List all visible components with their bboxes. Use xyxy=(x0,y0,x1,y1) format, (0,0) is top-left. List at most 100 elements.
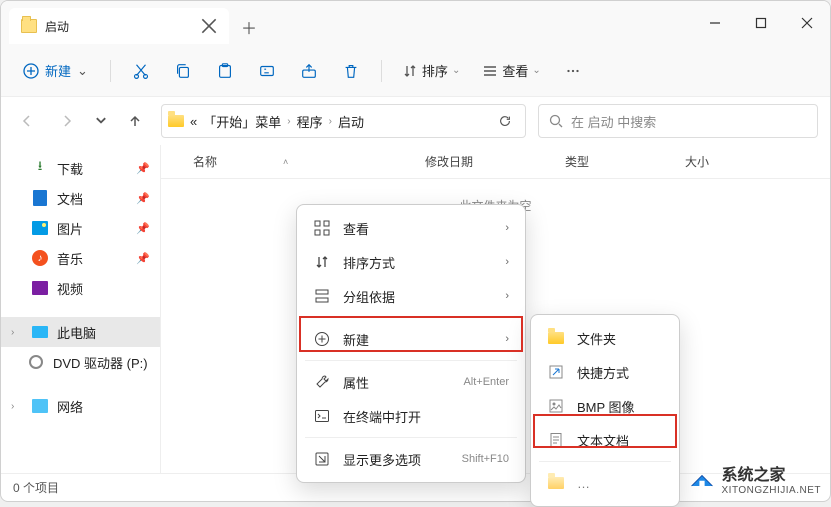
new-tab-button[interactable]: ＋ xyxy=(233,11,265,43)
breadcrumb-seg[interactable]: 程序 xyxy=(297,112,323,131)
sort-indicator: ˄ xyxy=(283,157,288,167)
watermark-logo xyxy=(688,468,716,490)
ctx-sort[interactable]: 排序方式 › xyxy=(303,245,519,279)
ctx-new-txt[interactable]: 文本文档 xyxy=(537,423,673,457)
chevron-down-icon: ⌄ xyxy=(452,65,460,76)
breadcrumb-prefix: « xyxy=(190,114,197,129)
cut-button[interactable] xyxy=(123,53,159,89)
sidebar-item-videos[interactable]: 视频 xyxy=(1,273,160,303)
column-modified[interactable]: 修改日期 xyxy=(411,153,551,170)
sidebar-item-thispc[interactable]: › 此电脑 xyxy=(1,317,160,347)
titlebar: 启动 ＋ xyxy=(1,1,830,45)
folder-icon xyxy=(547,329,565,347)
divider xyxy=(110,60,111,82)
maximize-button[interactable] xyxy=(738,1,784,45)
watermark: 系统之家 XITONGZHIJIA.NET xyxy=(688,461,822,496)
pin-icon: 📌 xyxy=(136,192,150,205)
chevron-down-icon: ⌄ xyxy=(532,65,540,76)
close-tab-button[interactable] xyxy=(201,18,217,34)
plus-circle-icon xyxy=(313,330,331,348)
document-icon xyxy=(31,189,49,207)
sidebar-item-downloads[interactable]: ⭳ 下载 📌 xyxy=(1,153,160,183)
download-icon: ⭳ xyxy=(31,159,49,177)
ctx-group[interactable]: 分组依据 › xyxy=(303,279,519,313)
chevron-right-icon: › xyxy=(505,290,509,302)
search-icon xyxy=(549,114,563,128)
view-button[interactable]: 查看 ⌄ xyxy=(474,55,548,86)
expand-icon[interactable]: › xyxy=(11,401,23,412)
divider xyxy=(305,437,517,438)
folder-icon xyxy=(21,19,37,33)
more-button[interactable] xyxy=(555,53,591,89)
minimize-button[interactable] xyxy=(692,1,738,45)
ctx-new-folder[interactable]: 文件夹 xyxy=(537,321,673,355)
more-options-icon xyxy=(313,450,331,468)
chevron-right-icon: › xyxy=(287,116,290,127)
sidebar-item-pictures[interactable]: 图片 📌 xyxy=(1,213,160,243)
ctx-new[interactable]: 新建 › xyxy=(303,322,519,356)
breadcrumb-seg[interactable]: 「开始」菜单 xyxy=(203,112,281,131)
toolbar: 新建 ⌄ 排序 ⌄ 查看 ⌄ xyxy=(1,45,830,97)
shortcut-icon xyxy=(547,363,565,381)
paste-button[interactable] xyxy=(207,53,243,89)
close-window-button[interactable] xyxy=(784,1,830,45)
group-icon xyxy=(313,287,331,305)
sidebar-item-dvd[interactable]: DVD 驱动器 (P:) xyxy=(1,347,160,377)
new-button-label: 新建 xyxy=(45,61,71,80)
forward-button[interactable] xyxy=(53,107,81,135)
sidebar-item-music[interactable]: ♪ 音乐 📌 xyxy=(1,243,160,273)
pin-icon: 📌 xyxy=(136,222,150,235)
sidebar-item-network[interactable]: › 网络 xyxy=(1,391,160,421)
back-button[interactable] xyxy=(13,107,41,135)
column-type[interactable]: 类型 xyxy=(551,153,671,170)
wrench-icon xyxy=(313,373,331,391)
ctx-new-bmp[interactable]: BMP 图像 xyxy=(537,389,673,423)
pin-icon: 📌 xyxy=(136,162,150,175)
copy-button[interactable] xyxy=(165,53,201,89)
sidebar: ⭳ 下载 📌 文档 📌 图片 📌 ♪ 音乐 📌 xyxy=(1,145,161,473)
column-size[interactable]: 大小 xyxy=(671,153,723,170)
recent-dropdown[interactable] xyxy=(93,107,109,135)
pin-icon: 📌 xyxy=(136,252,150,265)
ctx-more-options[interactable]: 显示更多选项 Shift+F10 xyxy=(303,442,519,476)
new-submenu: 文件夹 快捷方式 BMP 图像 文本文档 … xyxy=(530,314,680,507)
column-headers: 名称 ˄ 修改日期 类型 大小 xyxy=(161,145,830,179)
chevron-right-icon: › xyxy=(329,116,332,127)
grid-icon xyxy=(313,219,331,237)
view-label: 查看 xyxy=(502,61,528,80)
address-bar[interactable]: « 「开始」菜单 › 程序 › 启动 xyxy=(161,104,526,138)
ctx-new-shortcut[interactable]: 快捷方式 xyxy=(537,355,673,389)
ctx-terminal[interactable]: 在终端中打开 xyxy=(303,399,519,433)
ctx-view[interactable]: 查看 › xyxy=(303,211,519,245)
tab-title: 启动 xyxy=(45,18,193,35)
video-icon xyxy=(31,279,49,297)
network-icon xyxy=(31,397,49,415)
up-button[interactable] xyxy=(121,107,149,135)
sort-label: 排序 xyxy=(422,61,448,80)
delete-button[interactable] xyxy=(333,53,369,89)
ctx-new-more[interactable]: … xyxy=(537,466,673,500)
chevron-right-icon: › xyxy=(505,222,509,234)
refresh-button[interactable] xyxy=(491,114,519,128)
context-menu: 查看 › 排序方式 › 分组依据 › 新建 › 属性 Alt+Enter 在终端… xyxy=(296,204,526,483)
sort-button[interactable]: 排序 ⌄ xyxy=(394,55,468,86)
chevron-right-icon: › xyxy=(505,333,509,345)
share-button[interactable] xyxy=(291,53,327,89)
chevron-right-icon: › xyxy=(505,256,509,268)
sort-icon xyxy=(313,253,331,271)
tab-active[interactable]: 启动 xyxy=(9,8,229,44)
music-icon: ♪ xyxy=(31,249,49,267)
ctx-properties[interactable]: 属性 Alt+Enter xyxy=(303,365,519,399)
sidebar-item-documents[interactable]: 文档 📌 xyxy=(1,183,160,213)
breadcrumb-seg[interactable]: 启动 xyxy=(338,112,364,131)
rename-button[interactable] xyxy=(249,53,285,89)
expand-icon[interactable]: › xyxy=(11,327,23,338)
bmp-icon xyxy=(547,397,565,415)
chevron-down-icon: ⌄ xyxy=(77,63,88,79)
search-input[interactable]: 在 启动 中搜索 xyxy=(538,104,818,138)
pc-icon xyxy=(31,323,49,341)
column-name[interactable]: 名称 ˄ xyxy=(161,153,411,170)
terminal-icon xyxy=(313,407,331,425)
new-button[interactable]: 新建 ⌄ xyxy=(13,55,98,86)
search-placeholder: 在 启动 中搜索 xyxy=(571,112,656,131)
